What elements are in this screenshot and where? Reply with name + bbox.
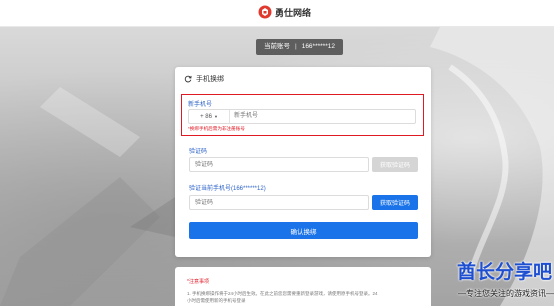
notice-line: 1. 手机换绑操作将于24小时后生效。在此之前您您需要重新登录游戏，请使用原手机… — [187, 291, 378, 296]
refresh-icon — [184, 75, 192, 83]
card-title: 手机换绑 — [184, 74, 224, 84]
notice-panel: *注意事项 1. 手机换绑操作将于24小时后生效。在此之前您您需要重新登录游戏，… — [175, 267, 431, 306]
chip-divider: | — [295, 43, 297, 50]
new-phone-hint: *换绑手机后需为非注册账号 — [188, 126, 245, 131]
rebind-phone-card: 手机换绑 新手机号 + 86 ▼ *换绑手机后需为非注册账号 验证码 获取验证码… — [175, 67, 431, 257]
current-account-label: 当前账号 — [264, 43, 290, 50]
brand-logo[interactable]: 勇仕网络 — [258, 5, 311, 19]
chevron-down-icon: ▼ — [213, 114, 218, 119]
country-code-select[interactable]: + 86 ▼ — [189, 110, 230, 123]
current-account-phone: 166******12 — [301, 43, 335, 50]
verify-current-input[interactable] — [190, 196, 365, 209]
new-phone-input[interactable] — [230, 110, 414, 122]
watermark-title: 酋长分享吧 — [456, 262, 552, 283]
new-phone-highlight: 新手机号 + 86 ▼ *换绑手机后需为非注册账号 — [181, 94, 424, 136]
current-account-chip: 当前账号 | 166******12 — [256, 39, 343, 55]
brand-logo-icon — [258, 5, 272, 19]
verify-current-label: 验证当前手机号(166******12) — [189, 186, 266, 192]
get-code-button-disabled[interactable]: 获取验证码 — [372, 157, 418, 172]
notice-line: 小时后需使用新的手机号登录 — [187, 298, 246, 303]
code-field — [189, 157, 369, 172]
new-phone-label: 新手机号 — [188, 102, 213, 108]
brand-name: 勇仕网络 — [275, 7, 312, 18]
confirm-rebind-button[interactable]: 确认换绑 — [189, 222, 418, 239]
card-title-text: 手机换绑 — [196, 76, 224, 83]
code-input[interactable] — [190, 158, 365, 171]
new-phone-field: + 86 ▼ — [188, 109, 416, 124]
country-code-value: + 86 — [200, 113, 212, 120]
watermark: 酋长分享吧 —专注您关注的游戏资讯— — [405, 255, 554, 306]
verify-current-field — [189, 195, 369, 210]
top-bar: 勇仕网络 — [0, 0, 554, 27]
watermark-subtitle: —专注您关注的游戏资讯— — [458, 289, 554, 298]
get-code-button[interactable]: 获取验证码 — [372, 195, 418, 210]
code-label: 验证码 — [189, 149, 208, 155]
notice-title: *注意事项 — [187, 279, 209, 285]
